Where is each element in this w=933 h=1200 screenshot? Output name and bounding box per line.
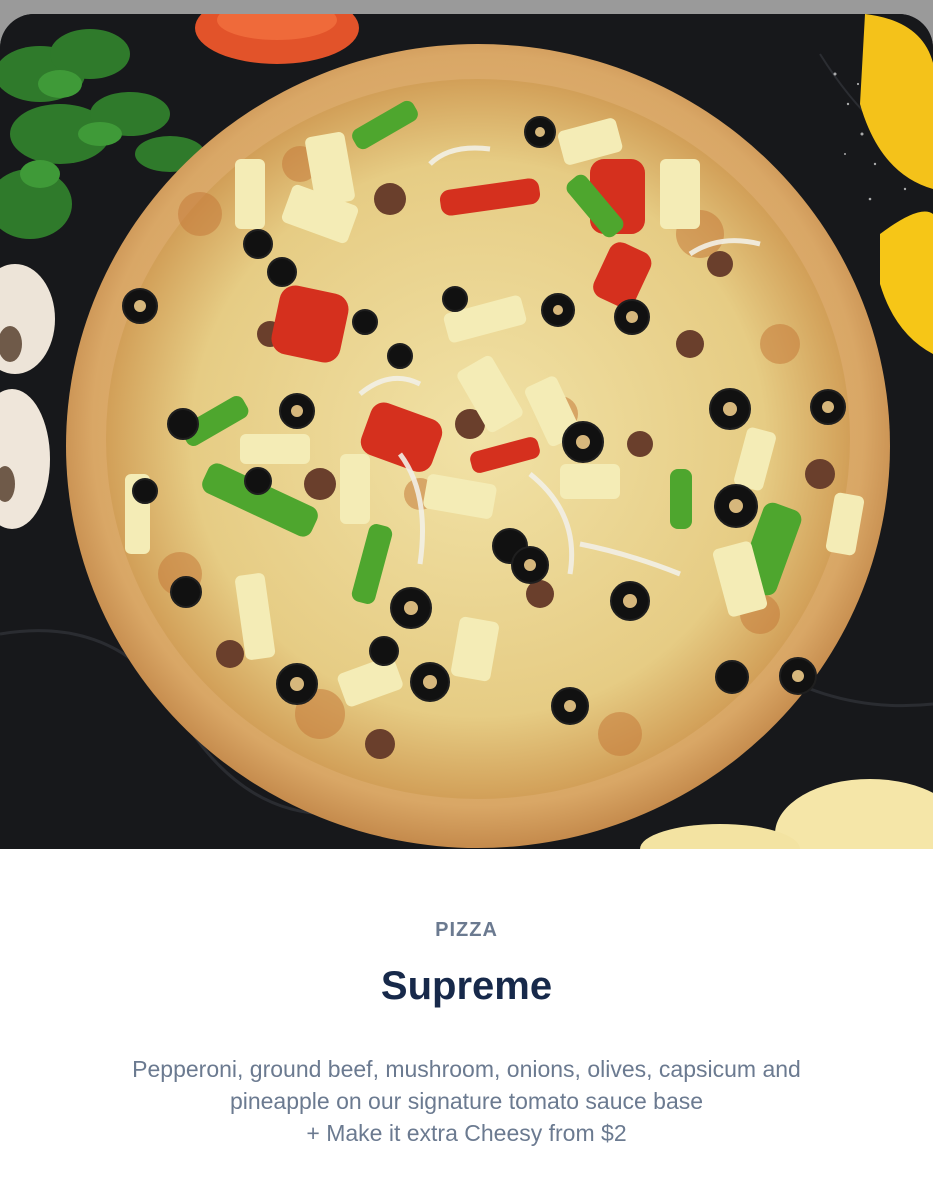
product-info: PIZZA Supreme Pepperoni, ground beef, mu… (0, 849, 933, 1149)
description-line: Pepperoni, ground beef, mushroom, onions… (132, 1056, 801, 1082)
product-description: Pepperoni, ground beef, mushroom, onions… (77, 1053, 857, 1149)
description-line: pineapple on our signature tomato sauce … (229, 1088, 704, 1114)
product-title: Supreme (380, 964, 553, 1008)
product-category: PIZZA (435, 919, 498, 941)
description-line: + Make it extra Cheesy from $2 (306, 1120, 627, 1146)
product-image (0, 14, 933, 849)
product-detail-sheet: PIZZA Supreme Pepperoni, ground beef, mu… (0, 14, 933, 1200)
